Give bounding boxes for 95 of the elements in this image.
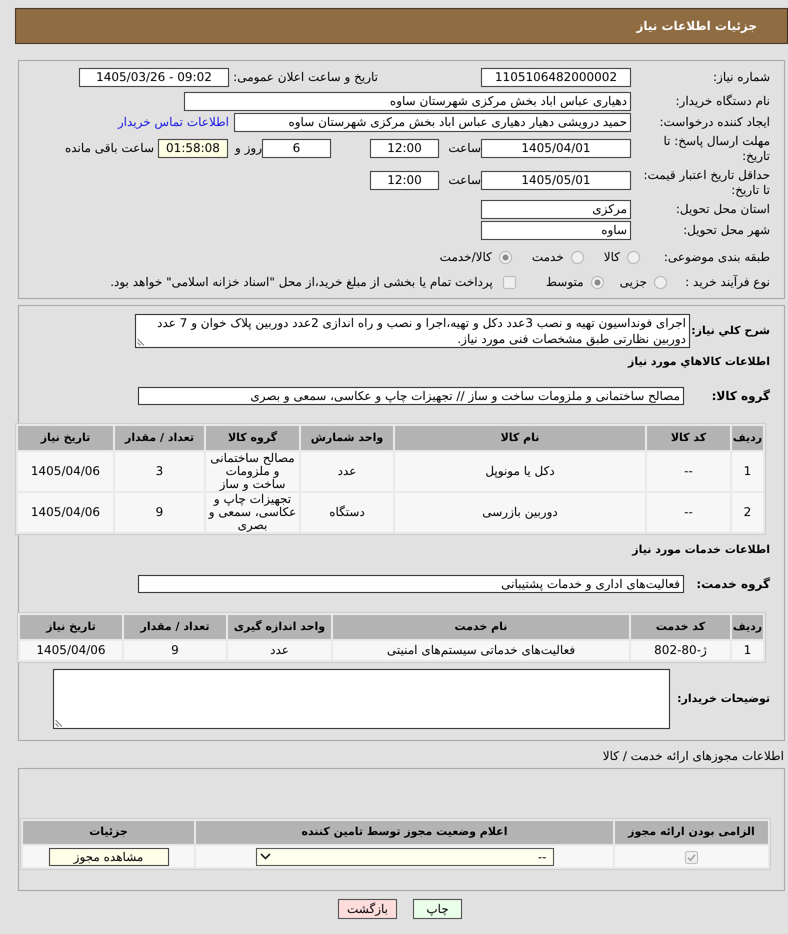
column-header: واحد اندازه گیری	[228, 615, 331, 639]
table-cell: --	[647, 493, 730, 532]
option-label: جزیی	[620, 274, 647, 291]
field-label: توضیحات خریدار:	[676, 690, 770, 707]
table-cell: عدد	[301, 452, 393, 491]
table-cell: 1	[732, 641, 763, 660]
text-field[interactable]: 12:00	[370, 171, 439, 190]
column-header: اعلام وضعیت مجوز توسط تامین کننده	[196, 821, 613, 844]
text-field[interactable]: 1405/03/26 - 09:02	[79, 68, 229, 86]
text-field[interactable]: 6	[262, 139, 331, 158]
field-label: گروه خدمت:	[695, 576, 770, 593]
column-header: گروه کالا	[206, 426, 299, 450]
table-cell: 1405/04/06	[18, 493, 113, 532]
checkbox-label: پرداخت تمام یا بخشی از مبلغ خرید،از محل "اسناد خزانه اسلامی" خواهد بود.	[110, 274, 493, 291]
field-label: نوع فرآیند خرید :	[684, 274, 770, 291]
table-cell: --	[647, 452, 730, 491]
text-field[interactable]: 01:58:08	[158, 139, 228, 158]
text-field[interactable]: 1105106482000002	[481, 68, 631, 86]
page-title: جزئیات اطلاعات نیاز	[636, 18, 757, 35]
resize-grip-icon[interactable]	[137, 338, 145, 346]
field-label: حداقل تاریخ اعتبار قیمت: تا تاریخ:	[642, 168, 770, 198]
column-header: الزامی بودن ارائه مجوز	[615, 821, 768, 844]
text-field[interactable]: حمید درویشی دهیار دهیاری عباس اباد بخش مرکزی شهرستان ساوه	[234, 112, 631, 132]
field-label: طبقه بندی موضوعی:	[662, 249, 770, 266]
table-cell: 9	[115, 493, 204, 532]
description-field[interactable]: اجرای فونداسیون تهیه و نصب 3عدد دکل و تهیه،اجرا و نصب و راه اندازی 2عدد دوربین پلاک خوان و 7 عدد دوربین نظارتی طبق مشخصات فنی مورد نیاز.	[135, 314, 690, 348]
table-cell: مصالح ساختمانی و ملزومات ساخت و ساز	[206, 452, 299, 491]
column-header: نام کالا	[395, 426, 645, 450]
section-heading: اطلاعات خدمات مورد نیاز	[632, 542, 770, 558]
column-header: کد خدمت	[631, 615, 730, 639]
field-label: نام دستگاه خریدار:	[674, 93, 770, 110]
table-cell: عدد	[228, 641, 331, 660]
field-label: شرح کلي نياز:	[690, 322, 770, 339]
field-label: استان محل تحویل:	[674, 201, 770, 218]
table-cell: 1405/04/06	[18, 452, 113, 491]
section-heading: اطلاعات کالاهاي مورد نياز	[628, 354, 770, 370]
table-cell: 1	[732, 452, 763, 491]
column-header: نام خدمت	[333, 615, 629, 639]
radio-button[interactable]	[498, 250, 512, 264]
text-field[interactable]: 12:00	[370, 139, 439, 158]
table-cell: دستگاه	[301, 493, 393, 532]
checkbox[interactable]	[502, 276, 516, 288]
print-button[interactable]: چاپ	[413, 899, 462, 919]
field-label: روز و	[234, 140, 262, 157]
option-label: متوسط	[546, 274, 584, 291]
column-header: تاریخ نیاز	[18, 426, 113, 450]
table-cell: 9	[124, 641, 226, 660]
field-label: ایجاد کننده درخواست:	[658, 114, 770, 131]
text-field[interactable]: دهیاری عباس اباد بخش مرکزی شهرستان ساوه	[184, 92, 631, 110]
field-label: مهلت ارسال پاسخ: تا تاریخ:	[662, 134, 770, 164]
option-label: کالا	[604, 249, 620, 266]
checkbox[interactable]	[685, 850, 698, 864]
column-header: ردیف	[732, 615, 763, 639]
field-label: ساعت باقی مانده	[64, 140, 154, 157]
radio-button[interactable]	[654, 276, 667, 288]
field-label: شماره نیاز:	[712, 69, 770, 86]
field-label: گروه کالا:	[710, 388, 770, 405]
column-header: تعداد / مقدار	[124, 615, 226, 639]
text-field[interactable]: 1405/04/01	[481, 139, 631, 158]
field-label: تاریخ و ساعت اعلان عمومی:	[232, 69, 378, 86]
resize-grip-icon[interactable]	[55, 719, 63, 727]
radio-button[interactable]	[570, 250, 584, 264]
column-header: ردیف	[732, 426, 763, 450]
table-cell: دکل یا مونوپل	[395, 452, 645, 491]
field-label: ساعت	[447, 172, 481, 189]
column-header: کد کالا	[647, 426, 730, 450]
column-header: تاریخ نیاز	[20, 615, 122, 639]
column-header: جزئیات	[23, 821, 194, 844]
back-button[interactable]: بازگشت	[338, 899, 397, 919]
section-heading: اطلاعات مجوزهای ارائه خدمت / کالا	[602, 748, 784, 765]
text-field[interactable]: ساوه	[481, 220, 631, 240]
table-cell: دوربین بازرسی	[395, 493, 645, 532]
field-label: شهر محل تحویل:	[682, 222, 770, 239]
radio-button[interactable]	[590, 276, 604, 288]
status-select[interactable]: --	[256, 848, 554, 866]
table-cell: فعالیت‌های خدماتی سیستم‌های امنیتی	[333, 641, 629, 660]
view-permit-button[interactable]: مشاهده مجوز	[48, 848, 168, 866]
table-cell: 2	[732, 493, 763, 532]
chevron-down-icon[interactable]	[260, 853, 270, 860]
column-header: واحد شمارش	[301, 426, 393, 450]
table-cell: 3	[115, 452, 204, 491]
option-label: خدمت	[532, 249, 564, 266]
option-label: کالا/خدمت	[440, 249, 492, 266]
text-field[interactable]: مرکزی	[481, 200, 631, 218]
radio-button[interactable]	[627, 250, 640, 264]
column-header: تعداد / مقدار	[115, 426, 204, 450]
contact-link[interactable]: اطلاعات تماس خریدار	[118, 113, 229, 131]
group-field[interactable]: مصالح ساختمانی و ملزومات ساخت و ساز // تجهیزات چاپ و عکاسی، سمعی و بصری	[138, 387, 684, 405]
field-label: ساعت	[447, 140, 481, 157]
group-field[interactable]: فعالیت‌های اداری و خدمات پشتیبانی	[138, 575, 684, 593]
table-cell: ژ-80-802	[631, 641, 730, 660]
text-field[interactable]: 1405/05/01	[481, 171, 631, 190]
table-cell: تجهیزات چاپ و عکاسی، سمعی و بصری	[206, 493, 299, 532]
table-cell: 1405/04/06	[20, 641, 122, 660]
notes-field[interactable]	[53, 669, 670, 729]
